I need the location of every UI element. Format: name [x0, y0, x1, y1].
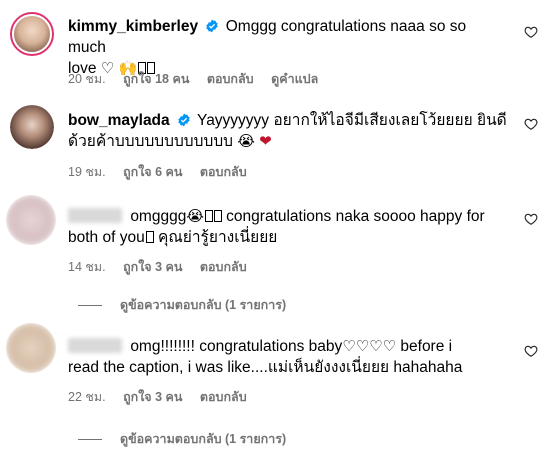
like-heart-icon[interactable] — [524, 117, 538, 131]
translate-button[interactable]: ดูคำแปล — [271, 72, 318, 86]
likes-count[interactable]: ถูกใจ 6 คน — [123, 165, 182, 179]
verified-badge-icon — [206, 19, 219, 33]
comment-body: omg!!!!!!!! congratulations baby♡♡♡♡ bef… — [68, 336, 508, 378]
missing-glyph-icon — [213, 210, 222, 222]
comment-body: bow_maylada Yayyyyyyy อยากให้ไอจีมีเสียง… — [68, 110, 508, 152]
comment-meta: 20 ชม. ถูกใจ 18 คน ตอบกลับ ดูคำแปล — [68, 69, 332, 89]
comment-time[interactable]: 19 ชม. — [68, 165, 106, 179]
view-replies-label: ดูข้อความตอบกลับ (1 รายการ) — [120, 298, 287, 312]
missing-glyph-icon — [145, 231, 154, 243]
comment-text: คุณย่ารู้ยางเนี่ยยย — [158, 229, 278, 246]
like-heart-icon[interactable] — [524, 212, 538, 226]
comment-text: omgggg — [130, 208, 187, 225]
reply-button[interactable]: ตอบกลับ — [207, 72, 254, 86]
comment-text: Yayyyyyyy อยากให้ไอจีมีเสียงเลยโว้ยยยย ย… — [197, 112, 507, 129]
comment-time[interactable]: 20 ชม. — [68, 72, 106, 86]
missing-glyph-icon — [204, 210, 213, 222]
blurred-username[interactable] — [68, 208, 122, 223]
comment-text: before i — [400, 338, 453, 355]
reply-button[interactable]: ตอบกลับ — [200, 165, 247, 179]
likes-count[interactable]: ถูกใจ 3 คน — [123, 390, 182, 404]
verified-badge-icon — [178, 113, 190, 127]
like-heart-icon[interactable] — [524, 344, 538, 358]
avatar[interactable] — [6, 323, 56, 373]
comment-text: both of you — [68, 229, 145, 246]
comments-list: kimmy_kimberley Omggg congratulations na… — [0, 0, 544, 457]
blurred-username[interactable] — [68, 338, 122, 353]
comment-text: congratulations naka soooo happy for — [226, 208, 485, 225]
avatar[interactable] — [10, 105, 54, 149]
white-heart-icon: ♡ — [355, 338, 370, 355]
divider-line — [78, 304, 102, 306]
comment-username[interactable]: kimmy_kimberley — [68, 18, 198, 35]
likes-count[interactable]: ถูกใจ 3 คน — [123, 260, 182, 274]
comment-time[interactable]: 22 ชม. — [68, 390, 106, 404]
comment-time[interactable]: 14 ชม. — [68, 260, 106, 274]
reply-button[interactable]: ตอบกลับ — [200, 260, 247, 274]
comment-meta: 22 ชม. ถูกใจ 3 คน ตอบกลับ — [68, 387, 261, 407]
crying-face-icon: 😭 — [237, 133, 255, 150]
white-heart-icon: ♡ — [382, 338, 397, 355]
likes-count[interactable]: ถูกใจ 18 คน — [123, 72, 189, 86]
view-replies-button[interactable]: ดูข้อความตอบกลับ (1 รายการ) — [78, 429, 286, 449]
like-heart-icon[interactable] — [524, 25, 538, 39]
white-heart-icon: ♡ — [342, 338, 356, 355]
reply-button[interactable]: ตอบกลับ — [200, 390, 247, 404]
crying-face-icon: 😭 — [186, 208, 204, 225]
comment-text: omg!!!!!!!! congratulations baby — [130, 338, 343, 355]
divider-line — [78, 438, 102, 440]
view-replies-label: ดูข้อความตอบกลับ (1 รายการ) — [120, 432, 287, 446]
comment-text: ด้วยค้าบบบบบบบบบบบบ — [68, 133, 233, 150]
comment-body: omgggg😭 congratulations naka soooo happy… — [68, 206, 508, 248]
avatar[interactable] — [6, 195, 56, 245]
red-heart-icon: ❤ — [259, 133, 272, 150]
comment-meta: 14 ชม. ถูกใจ 3 คน ตอบกลับ — [68, 257, 261, 277]
comment-username[interactable]: bow_maylada — [68, 112, 170, 129]
comment-meta: 19 ชม. ถูกใจ 6 คน ตอบกลับ — [68, 162, 261, 182]
avatar[interactable] — [10, 12, 54, 56]
view-replies-button[interactable]: ดูข้อความตอบกลับ (1 รายการ) — [78, 295, 286, 315]
comment-text: read the caption, i was like....แม่เห็นย… — [68, 359, 463, 376]
white-heart-icon: ♡ — [369, 338, 383, 355]
